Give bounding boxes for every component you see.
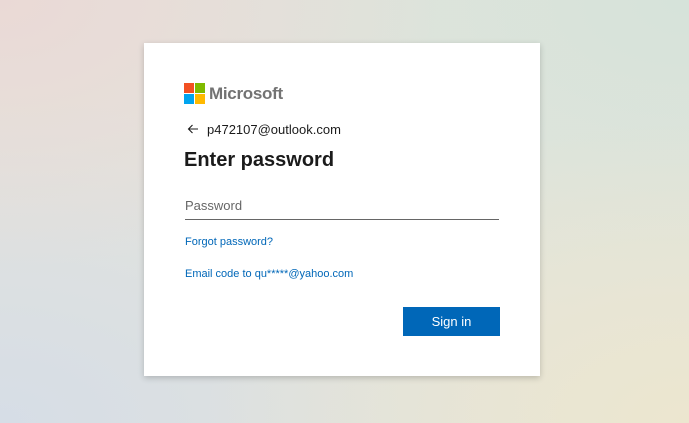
password-field[interactable] [185,191,499,220]
email-code-link[interactable]: Email code to qu*****@yahoo.com [185,268,353,280]
microsoft-logo-icon [184,83,205,104]
identity-email: p472107@outlook.com [207,121,341,137]
page-title: Enter password [184,149,335,171]
back-arrow-icon[interactable] [186,122,200,136]
microsoft-logo-text: Microsoft [209,83,283,103]
forgot-password-link[interactable]: Forgot password? [185,236,273,248]
microsoft-logo: Microsoft [184,83,283,104]
signin-card: Microsoft p472107@outlook.com Enter pass… [144,43,540,376]
sign-in-button[interactable]: Sign in [403,307,500,336]
identity-banner: p472107@outlook.com [186,120,341,138]
